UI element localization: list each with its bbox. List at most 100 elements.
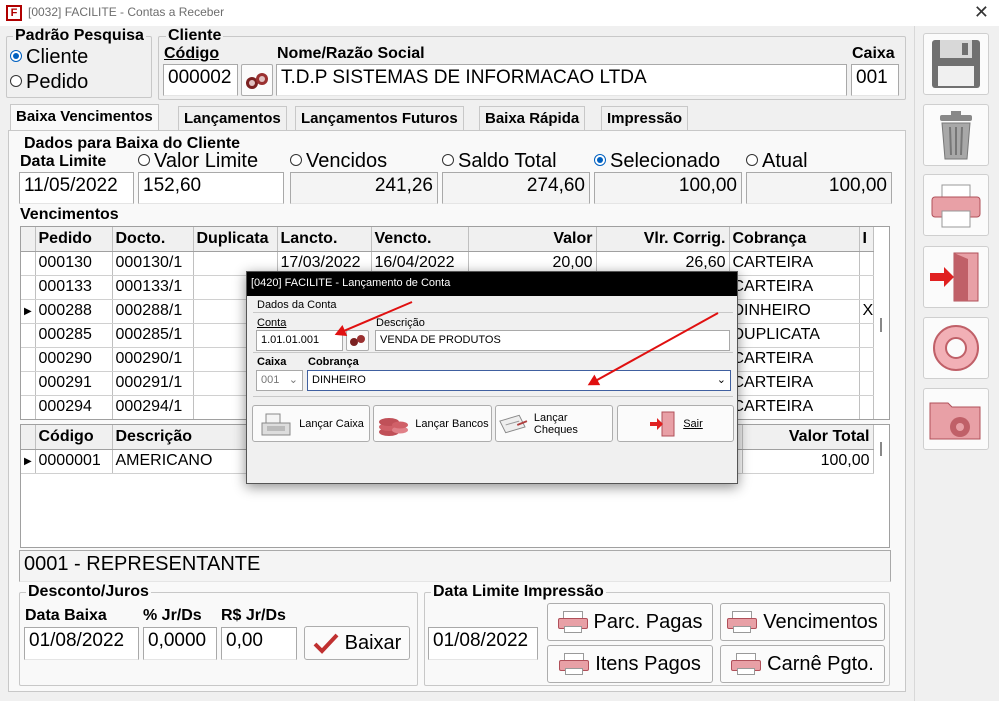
exit-button[interactable]: [923, 246, 989, 308]
radio-atual-label: Atual: [762, 150, 808, 172]
settings-folder-icon: [929, 402, 981, 440]
table-cell: CARTEIRA: [729, 251, 860, 276]
data-limite-field[interactable]: 11/05/2022: [19, 172, 134, 204]
col-header-vlr-corrig[interactable]: Vlr. Corrig.: [596, 227, 730, 252]
save-icon: [932, 40, 980, 88]
tab-baixa-vencimentos[interactable]: Baixa Vencimentos: [10, 104, 159, 131]
col-header-codigo[interactable]: Código: [35, 425, 113, 450]
table-cell: 000290/1: [112, 347, 194, 372]
codigo-field[interactable]: 000002: [163, 64, 238, 96]
tab-lancamentos-futuros[interactable]: Lançamentos Futuros: [295, 106, 464, 130]
data-limite-label: Data Limite: [20, 153, 107, 170]
col-header-cobranca[interactable]: Cobrança: [729, 227, 860, 252]
itens-scrollbar-thumb[interactable]: [880, 442, 882, 456]
lancar-cheques-button[interactable]: Lançar Cheques: [495, 405, 613, 442]
vencimentos-label: Vencimentos: [20, 206, 119, 223]
lancar-bancos-button[interactable]: Lançar Bancos: [373, 405, 492, 442]
sair-button[interactable]: Sair: [617, 405, 734, 442]
radio-dot: [594, 154, 606, 166]
radio-cliente-label: Cliente: [26, 46, 89, 68]
saldo-total-field: 274,60: [442, 172, 590, 204]
impressao-data-field[interactable]: 01/08/2022: [428, 627, 538, 660]
vencidos-field: 241,26: [290, 172, 438, 204]
radio-selecionado-label: Selecionado: [610, 150, 721, 172]
radio-selecionado[interactable]: Selecionado: [594, 150, 720, 173]
radio-pedido[interactable]: Pedido: [10, 71, 88, 94]
itens-pagos-button[interactable]: Itens Pagos: [547, 645, 713, 683]
search-cliente-button[interactable]: [241, 64, 273, 96]
col-header-duplicata[interactable]: Duplicata: [193, 227, 278, 252]
valor-limite-field[interactable]: 152,60: [138, 172, 284, 204]
radio-saldo-total-label: Saldo Total: [458, 150, 557, 172]
col-header-valor-total[interactable]: Valor Total: [742, 425, 874, 450]
radio-cliente[interactable]: Cliente: [10, 46, 88, 69]
tab-lancamentos[interactable]: Lançamentos: [178, 106, 287, 130]
cobranca-label: Cobrança: [308, 356, 359, 368]
table-cell: CARTEIRA: [729, 275, 860, 300]
divider: [253, 312, 733, 313]
radio-valor-limite[interactable]: Valor Limite: [138, 150, 258, 173]
conta-field[interactable]: 1.01.01.001: [256, 330, 343, 351]
row-indicator: [21, 275, 36, 300]
radio-vencidos[interactable]: Vencidos: [290, 150, 387, 173]
col-header-lancto[interactable]: Lancto.: [277, 227, 372, 252]
tab-bar: Baixa Vencimentos Lançamentos Lançamento…: [8, 104, 906, 132]
data-baixa-label: Data Baixa: [25, 607, 107, 624]
col-header-i[interactable]: I: [859, 227, 874, 252]
printer-icon: [931, 184, 981, 228]
table-cell: DINHEIRO: [729, 299, 860, 324]
impressao-legend: Data Limite Impressão: [431, 583, 606, 601]
chevron-down-icon: ⌄: [288, 374, 298, 386]
cliente-legend: Cliente: [166, 27, 224, 45]
help-button[interactable]: [923, 317, 989, 379]
checkmark-icon: [313, 633, 339, 654]
parc-pagas-button[interactable]: Parc. Pagas: [547, 603, 713, 641]
col-header-vencto[interactable]: Vencto.: [371, 227, 469, 252]
lancar-bancos-label: Lançar Bancos: [415, 417, 489, 430]
cobranca-select[interactable]: DINHEIRO ⌄: [307, 370, 731, 391]
radio-saldo-total[interactable]: Saldo Total: [442, 150, 557, 173]
row-indicator: [21, 323, 36, 348]
save-button[interactable]: [923, 33, 989, 95]
vencimentos-print-label: Vencimentos: [763, 610, 878, 633]
radio-atual[interactable]: Atual: [746, 150, 808, 173]
chevron-down-icon: ⌄: [716, 374, 726, 386]
tab-impressao[interactable]: Impressão: [601, 106, 689, 130]
col-header-pedido[interactable]: Pedido: [35, 227, 113, 252]
col-header-docto[interactable]: Docto.: [112, 227, 194, 252]
delete-button[interactable]: [923, 104, 989, 166]
carne-pgto-button[interactable]: Carnê Pgto.: [720, 645, 885, 683]
table-cell: 000285/1: [112, 323, 194, 348]
jr-val-field[interactable]: 0,00: [221, 627, 297, 660]
col-header-valor[interactable]: Valor: [468, 227, 597, 252]
binoculars-icon: [350, 335, 365, 346]
data-baixa-field[interactable]: 01/08/2022: [24, 627, 139, 660]
descricao-field[interactable]: VENDA DE PRODUTOS: [375, 330, 730, 351]
table-cell: 0000001: [35, 449, 113, 474]
print-button[interactable]: [923, 174, 989, 236]
caixa-field[interactable]: 001: [851, 64, 899, 96]
nome-field[interactable]: T.D.P SISTEMAS DE INFORMACAO LTDA: [276, 64, 847, 96]
row-indicator-header: [21, 425, 36, 450]
table-cell: 000294/1: [112, 395, 194, 419]
radio-dot: [746, 154, 758, 166]
nome-label: Nome/Razão Social: [277, 45, 425, 62]
table-cell: CARTEIRA: [729, 395, 860, 419]
row-indicator: [21, 251, 36, 276]
jr-pct-field[interactable]: 0,0000: [143, 627, 217, 660]
vencimentos-print-button[interactable]: Vencimentos: [720, 603, 885, 641]
tab-baixa-rapida[interactable]: Baixa Rápida: [479, 106, 586, 130]
lancar-caixa-button[interactable]: Lançar Caixa: [252, 405, 370, 442]
baixar-button[interactable]: Baixar: [304, 626, 410, 660]
close-window-button[interactable]: ✕: [974, 2, 989, 23]
printer-icon: [731, 653, 762, 675]
search-conta-button[interactable]: [346, 330, 369, 351]
conta-label: Conta: [257, 317, 287, 329]
vencimentos-scrollbar-thumb[interactable]: [880, 318, 882, 332]
dialog-caixa-select[interactable]: 001 ⌄: [256, 370, 303, 391]
padrao-pesquisa-legend: Padrão Pesquisa: [13, 27, 146, 45]
representante-field: 0001 - REPRESENTANTE: [19, 550, 891, 582]
table-cell: 000133: [35, 275, 113, 300]
settings-button[interactable]: [923, 388, 989, 450]
radio-pedido-label: Pedido: [26, 71, 89, 93]
